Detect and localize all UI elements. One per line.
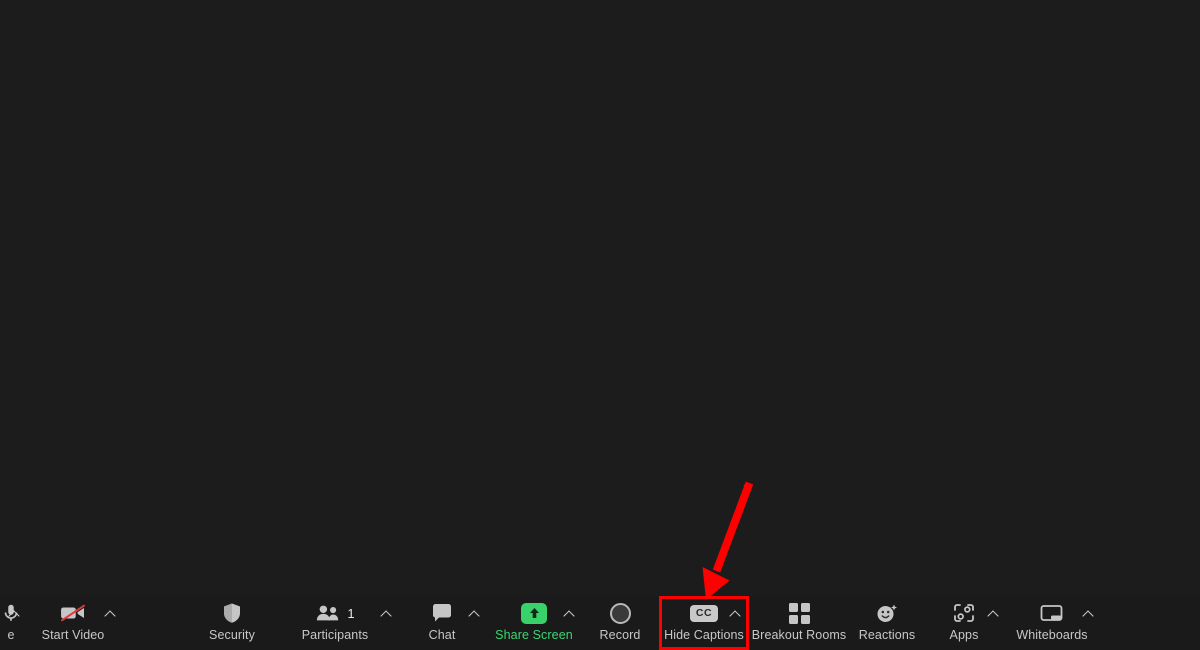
toolbar-item-security[interactable]: Security — [198, 596, 266, 650]
apps-options-caret-icon[interactable] — [988, 608, 999, 619]
toolbar-label-breakout-rooms: Breakout Rooms — [751, 628, 847, 642]
captions-options-caret-icon[interactable] — [730, 608, 741, 619]
toolbar-item-start-video[interactable]: Start Video — [42, 596, 104, 650]
toolbar-label-security: Security — [209, 628, 255, 642]
apps-bracket-icon — [952, 601, 976, 625]
grid-squares-icon — [788, 601, 810, 625]
participants-count: 1 — [347, 605, 355, 621]
video-camera-off-icon — [58, 601, 88, 625]
zoom-meeting-window: e Start Video Security 1 Participants Ch… — [0, 0, 1200, 650]
toolbar-label-hide-captions: Hide Captions — [664, 628, 744, 642]
toolbar-label-share-screen: Share Screen — [495, 628, 573, 642]
toolbar-item-record[interactable]: Record — [594, 596, 646, 650]
toolbar-item-breakout-rooms[interactable]: Breakout Rooms — [749, 596, 849, 650]
toolbar-item-mute[interactable]: e — [0, 596, 34, 650]
toolbar-item-participants[interactable]: 1 Participants — [294, 596, 376, 650]
whiteboards-options-caret-icon[interactable] — [1083, 608, 1094, 619]
whiteboard-icon — [1039, 601, 1065, 625]
video-options-caret-icon[interactable] — [105, 608, 116, 619]
toolbar-item-chat[interactable]: Chat — [418, 596, 466, 650]
participants-icon — [315, 603, 341, 623]
toolbar-item-share-screen[interactable]: Share Screen — [490, 596, 578, 650]
toolbar-label-reactions: Reactions — [858, 628, 916, 642]
toolbar-item-hide-captions[interactable]: CC Hide Captions — [659, 596, 749, 650]
shield-icon — [222, 601, 242, 625]
toolbar-item-whiteboards[interactable]: Whiteboards — [1006, 596, 1098, 650]
toolbar-label-mute: e — [7, 628, 15, 642]
toolbar-label-chat: Chat — [428, 628, 456, 642]
closed-caption-icon: CC — [690, 604, 718, 622]
toolbar-label-record: Record — [599, 628, 641, 642]
toolbar-item-reactions[interactable]: Reactions — [851, 596, 923, 650]
record-circle-icon — [609, 601, 631, 625]
share-screen-options-caret-icon[interactable] — [564, 608, 575, 619]
toolbar-label-apps: Apps — [949, 628, 979, 642]
toolbar-label-whiteboards: Whiteboards — [1016, 628, 1088, 642]
chat-bubble-icon — [431, 601, 453, 625]
toolbar-label-participants: Participants — [301, 628, 369, 642]
mute-options-caret-icon[interactable] — [9, 608, 20, 619]
video-stage — [0, 0, 1200, 596]
meeting-toolbar: e Start Video Security 1 Participants Ch… — [0, 596, 1200, 650]
smiley-sparkle-icon — [875, 601, 899, 625]
share-screen-up-arrow-icon — [521, 602, 547, 624]
chat-options-caret-icon[interactable] — [469, 608, 480, 619]
toolbar-item-apps[interactable]: Apps — [938, 596, 990, 650]
toolbar-label-start-video: Start Video — [41, 628, 105, 642]
participants-options-caret-icon[interactable] — [381, 608, 392, 619]
